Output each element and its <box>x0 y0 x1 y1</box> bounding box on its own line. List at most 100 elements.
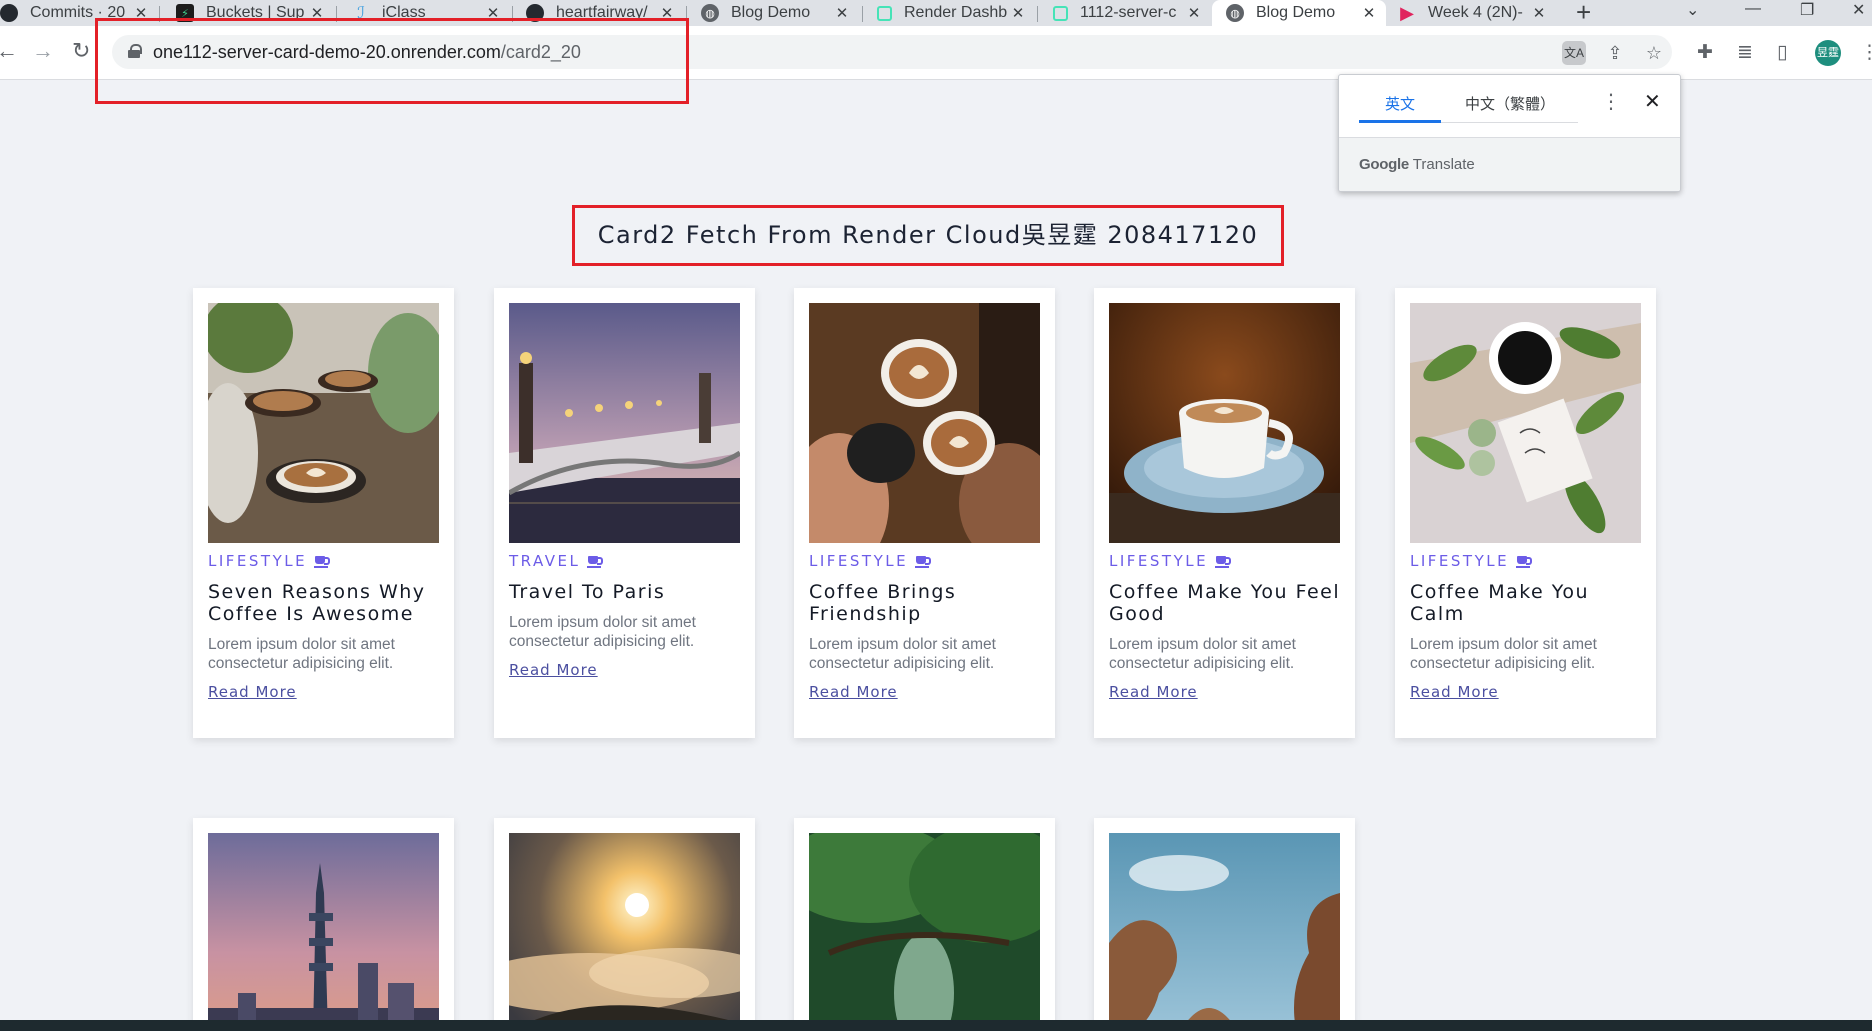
category-label: LIFESTYLE <box>809 552 909 570</box>
card: LIFESTYLE Seven Reasons Why Coffee Is Aw… <box>193 288 454 738</box>
more-options-icon[interactable]: ⋮ <box>1601 89 1621 114</box>
card-category: LIFESTYLE <box>208 552 331 570</box>
card-category: LIFESTYLE <box>809 552 932 570</box>
close-tab-icon[interactable]: ✕ <box>1185 4 1203 22</box>
read-more-link[interactable]: Read More <box>1109 683 1198 701</box>
card-category: TRAVEL <box>509 552 604 570</box>
render-icon <box>1053 5 1068 21</box>
tab-title: Render Dashb <box>904 4 1008 21</box>
translate-popup: 英文 中文（繁體） ⋮ ✕ Google Translate <box>1338 74 1681 192</box>
tab-search-chevron-icon[interactable]: ⌄ <box>1686 0 1699 20</box>
card: TRAVEL Travel To Paris Lorem ipsum dolor… <box>494 288 755 738</box>
card <box>193 818 454 1031</box>
category-label: LIFESTYLE <box>1109 552 1209 570</box>
tab-separator <box>1037 6 1038 22</box>
read-more-link[interactable]: Read More <box>1410 683 1499 701</box>
card-title: Travel To Paris <box>509 581 666 603</box>
tab-blog-demo-active[interactable]: ◍ Blog Demo ✕ <box>1212 0 1386 26</box>
coffee-cup-icon <box>1215 556 1232 568</box>
source-language-tab[interactable]: 英文 <box>1385 93 1415 114</box>
close-tab-icon[interactable]: ✕ <box>1009 4 1027 22</box>
tab-title: Week 4 (2N)- <box>1428 4 1523 21</box>
profile-avatar[interactable]: 昱霆 <box>1815 40 1841 66</box>
read-more-link[interactable]: Read More <box>509 661 598 679</box>
card-category: LIFESTYLE <box>1410 552 1533 570</box>
play-icon: ▶ <box>1400 2 1414 23</box>
globe-icon: ◍ <box>1226 4 1244 22</box>
tab-title: 1112-server-c <box>1080 4 1177 21</box>
card-image-coffee-cheers <box>809 303 1040 543</box>
tab-render-dashboard[interactable]: Render Dashb ✕ <box>877 0 1035 26</box>
active-tab-underline <box>1359 120 1441 123</box>
close-tab-icon[interactable]: ✕ <box>833 4 851 22</box>
card-image-paris-bridge <box>509 303 740 543</box>
card-image-taipei-101 <box>208 833 439 1031</box>
google-wordmark: Google <box>1359 156 1409 173</box>
card-image-forest-river <box>809 833 1040 1031</box>
side-panel-icon[interactable]: ▯ <box>1777 41 1787 64</box>
card-description: Lorem ipsum dolor sit amet consectetur a… <box>509 614 696 650</box>
read-more-link[interactable]: Read More <box>208 683 297 701</box>
coffee-cup-icon <box>915 556 932 568</box>
tab-blog-demo[interactable]: ◍ Blog Demo ✕ <box>701 0 859 26</box>
card-description: Lorem ipsum dolor sit amet consectetur a… <box>208 636 395 672</box>
minimize-icon[interactable]: — <box>1745 0 1761 20</box>
github-icon <box>0 4 18 22</box>
google-translate-brand: Google Translate <box>1359 156 1475 173</box>
card-title: Coffee Make You Feel Good <box>1109 581 1341 625</box>
translate-icon[interactable]: 文A <box>1562 41 1586 65</box>
category-label: TRAVEL <box>509 552 581 570</box>
card-image-sunrise-clouds <box>509 833 740 1031</box>
card: LIFESTYLE Coffee Brings Friendship Lorem… <box>794 288 1055 738</box>
extensions-puzzle-icon[interactable]: ✚ <box>1697 41 1713 64</box>
category-label: LIFESTYLE <box>1410 552 1510 570</box>
card: LIFESTYLE Coffee Make You Feel Good Lore… <box>1094 288 1355 738</box>
tab-separator <box>862 6 863 22</box>
menu-kebab-icon[interactable]: ⋮ <box>1860 41 1872 64</box>
card <box>794 818 1055 1031</box>
card-title: Seven Reasons Why Coffee Is Awesome <box>208 581 426 625</box>
reload-icon[interactable]: ↻ <box>72 38 90 64</box>
card-title: Coffee Make You Calm <box>1410 581 1590 625</box>
coffee-cup-icon <box>314 556 331 568</box>
close-tab-icon[interactable]: ✕ <box>1360 4 1378 22</box>
render-icon <box>877 5 892 21</box>
target-language-tab[interactable]: 中文（繁體） <box>1465 93 1555 114</box>
new-tab-plus-icon[interactable]: + <box>1576 0 1591 28</box>
card-image-coffee-leaves <box>1410 303 1641 543</box>
os-taskbar <box>0 1020 1872 1031</box>
coffee-cup-icon <box>1516 556 1533 568</box>
card-description: Lorem ipsum dolor sit amet consectetur a… <box>1109 636 1296 672</box>
tab-title: Blog Demo <box>1256 4 1336 21</box>
back-arrow-icon[interactable]: ← <box>0 38 18 64</box>
tab-week4[interactable]: ▶ Week 4 (2N)- ✕ <box>1398 0 1556 26</box>
bookmark-star-icon[interactable]: ☆ <box>1642 41 1666 65</box>
card <box>1094 818 1355 1031</box>
card-category: LIFESTYLE <box>1109 552 1232 570</box>
close-tab-icon[interactable]: ✕ <box>1530 4 1548 22</box>
card-image-rock-formations <box>1109 833 1340 1031</box>
tab-title: Blog Demo <box>731 4 811 21</box>
card-image-blue-saucer <box>1109 303 1340 543</box>
page-title: Card2 Fetch From Render Cloud吳昱霆 2084171… <box>572 205 1284 266</box>
card: LIFESTYLE Coffee Make You Calm Lorem ips… <box>1395 288 1656 738</box>
tab-1112-server[interactable]: 1112-server-c ✕ <box>1053 0 1211 26</box>
tab-divider <box>1441 122 1578 123</box>
restore-icon[interactable]: ❐ <box>1800 0 1814 20</box>
share-icon[interactable]: ⇪ <box>1603 41 1627 65</box>
card-image-coffee-cups <box>208 303 439 543</box>
url-highlight-box <box>95 18 689 104</box>
translate-wordmark: Translate <box>1412 156 1475 173</box>
globe-icon: ◍ <box>701 4 719 22</box>
coffee-cup-icon <box>587 556 604 568</box>
category-label: LIFESTYLE <box>208 552 308 570</box>
media-queue-icon[interactable]: ≣ <box>1737 41 1753 64</box>
close-window-icon[interactable]: ✕ <box>1852 0 1865 20</box>
card <box>494 818 755 1031</box>
read-more-link[interactable]: Read More <box>809 683 898 701</box>
card-description: Lorem ipsum dolor sit amet consectetur a… <box>1410 636 1597 672</box>
card-title: Coffee Brings Friendship <box>809 581 957 625</box>
card-description: Lorem ipsum dolor sit amet consectetur a… <box>809 636 996 672</box>
forward-arrow-icon[interactable]: → <box>32 38 54 64</box>
close-icon[interactable]: ✕ <box>1644 89 1661 114</box>
